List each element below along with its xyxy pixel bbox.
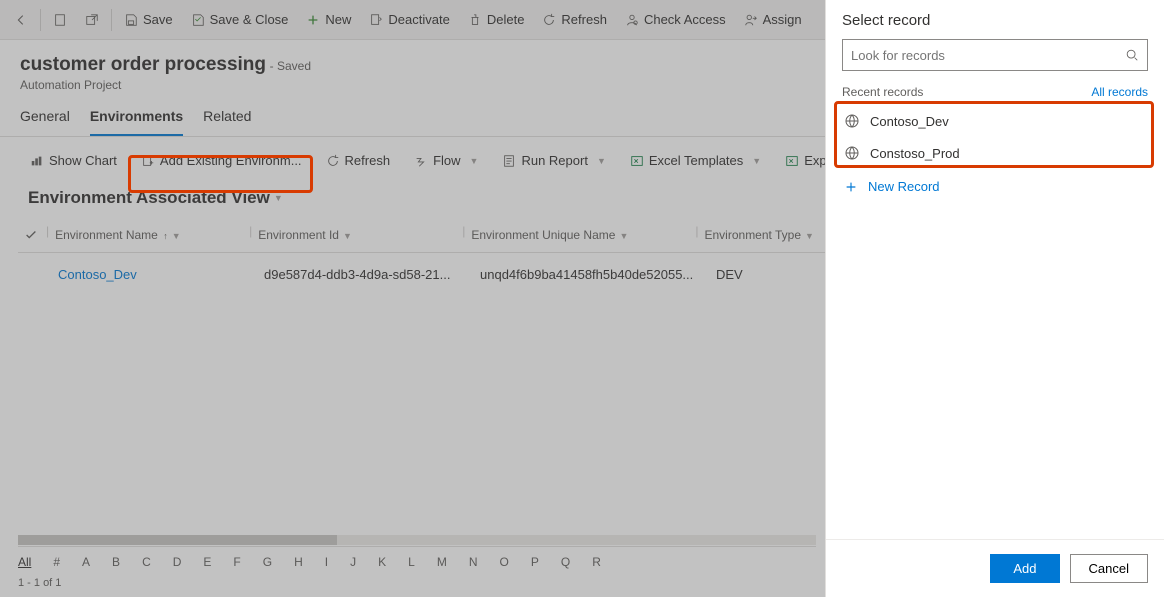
chevron-down-icon: ▼ (343, 231, 352, 241)
back-button[interactable] (6, 9, 36, 31)
row-type: DEV (710, 263, 840, 286)
alpha-r[interactable]: R (592, 555, 601, 569)
alpha-b[interactable]: B (112, 555, 120, 569)
tab-environments[interactable]: Environments (90, 100, 183, 136)
delete-label: Delete (487, 12, 525, 27)
delete-button[interactable]: Delete (460, 8, 533, 31)
new-label: New (325, 12, 351, 27)
saved-status: - Saved (270, 59, 311, 73)
form-button[interactable] (45, 9, 75, 31)
chevron-down-icon: ▼ (619, 231, 628, 241)
alpha-p[interactable]: P (531, 555, 539, 569)
row-unique: unqd4f6b9ba41458fh5b40de52055... (474, 263, 704, 286)
alpha-l[interactable]: L (408, 555, 415, 569)
recent-record-item[interactable]: Contoso_Dev (826, 105, 1164, 137)
save-label: Save (143, 12, 173, 27)
tab-general[interactable]: General (20, 100, 70, 136)
recent-records-label: Recent records (842, 85, 923, 99)
search-input[interactable] (851, 48, 1125, 63)
recent-record-item[interactable]: Constoso_Prod (826, 137, 1164, 169)
horizontal-scrollbar[interactable] (18, 535, 816, 545)
alpha-filter-bar: All # A B C D E F G H I J K L M N O P Q … (18, 546, 816, 569)
check-access-label: Check Access (644, 12, 726, 27)
chevron-down-icon: ▼ (752, 156, 761, 166)
refresh-button[interactable]: Refresh (534, 8, 615, 31)
save-button[interactable]: Save (116, 8, 181, 31)
excel-templates-button[interactable]: Excel Templates ▼ (620, 147, 771, 174)
excel-templates-label: Excel Templates (649, 153, 743, 168)
cancel-button[interactable]: Cancel (1070, 554, 1148, 583)
column-header-type[interactable]: Environment Type▼ (699, 224, 829, 246)
alpha-hash[interactable]: # (53, 555, 60, 569)
view-selector-chevron-icon[interactable]: ▼ (274, 193, 283, 203)
subgrid-refresh-button[interactable]: Refresh (316, 147, 401, 174)
alpha-h[interactable]: H (294, 555, 303, 569)
alpha-j[interactable]: J (350, 555, 356, 569)
record-label: Constoso_Prod (870, 146, 960, 161)
entity-subtitle: Automation Project (20, 78, 311, 92)
flow-button[interactable]: Flow ▼ (404, 147, 488, 174)
chevron-down-icon: ▼ (172, 231, 181, 241)
chevron-down-icon: ▼ (470, 156, 479, 166)
view-title: Environment Associated View (28, 188, 270, 208)
chevron-down-icon: ▼ (597, 156, 606, 166)
flow-label: Flow (433, 153, 460, 168)
alpha-g[interactable]: G (263, 555, 272, 569)
panel-title: Select record (826, 0, 1164, 39)
record-label: Contoso_Dev (870, 114, 949, 129)
column-header-name[interactable]: Environment Name ↑▼ (49, 224, 249, 246)
plus-icon (844, 180, 858, 194)
alpha-m[interactable]: M (437, 555, 447, 569)
refresh-label: Refresh (561, 12, 607, 27)
select-record-panel: Select record Recent records All records… (825, 0, 1164, 597)
all-records-link[interactable]: All records (1091, 85, 1148, 99)
alpha-k[interactable]: K (378, 555, 386, 569)
column-header-unique[interactable]: Environment Unique Name▼ (465, 224, 695, 246)
globe-icon (844, 113, 860, 129)
chevron-down-icon: ▼ (805, 231, 814, 241)
alpha-all[interactable]: All (18, 555, 31, 569)
row-name[interactable]: Contoso_Dev (52, 263, 252, 286)
new-button[interactable]: New (298, 8, 359, 31)
deactivate-label: Deactivate (388, 12, 449, 27)
page-title: customer order processing (20, 54, 266, 75)
new-record-button[interactable]: New Record (826, 169, 1164, 204)
save-close-label: Save & Close (210, 12, 289, 27)
assign-label: Assign (763, 12, 802, 27)
alpha-n[interactable]: N (469, 555, 478, 569)
assign-button[interactable]: Assign (736, 8, 810, 31)
select-all-checkbox[interactable] (18, 224, 46, 246)
run-report-button[interactable]: Run Report ▼ (492, 147, 615, 174)
save-close-button[interactable]: Save & Close (183, 8, 297, 31)
export-label: Exp (804, 153, 826, 168)
column-header-id[interactable]: Environment Id▼ (252, 224, 462, 246)
alpha-q[interactable]: Q (561, 555, 570, 569)
alpha-i[interactable]: I (325, 555, 328, 569)
page-count: 1 - 1 of 1 (18, 577, 61, 589)
alpha-c[interactable]: C (142, 555, 151, 569)
check-access-button[interactable]: Check Access (617, 8, 734, 31)
alpha-f[interactable]: F (233, 555, 240, 569)
deactivate-button[interactable]: Deactivate (361, 8, 457, 31)
search-box[interactable] (842, 39, 1148, 71)
alpha-e[interactable]: E (203, 555, 211, 569)
tab-related[interactable]: Related (203, 100, 251, 136)
show-chart-label: Show Chart (49, 153, 117, 168)
sort-asc-icon: ↑ (163, 231, 168, 241)
add-button[interactable]: Add (990, 554, 1059, 583)
open-new-button[interactable] (77, 9, 107, 31)
show-chart-button[interactable]: Show Chart (20, 147, 127, 174)
new-record-label: New Record (868, 179, 940, 194)
subgrid-refresh-label: Refresh (345, 153, 391, 168)
search-icon[interactable] (1125, 48, 1139, 62)
add-existing-environment-button[interactable]: Add Existing Environm... (131, 147, 312, 174)
alpha-a[interactable]: A (82, 555, 90, 569)
alpha-o[interactable]: O (500, 555, 509, 569)
run-report-label: Run Report (521, 153, 587, 168)
globe-icon (844, 145, 860, 161)
alpha-d[interactable]: D (173, 555, 182, 569)
add-existing-label: Add Existing Environm... (160, 153, 302, 168)
row-id: d9e587d4-ddb3-4d9a-sd58-21... (258, 263, 468, 286)
